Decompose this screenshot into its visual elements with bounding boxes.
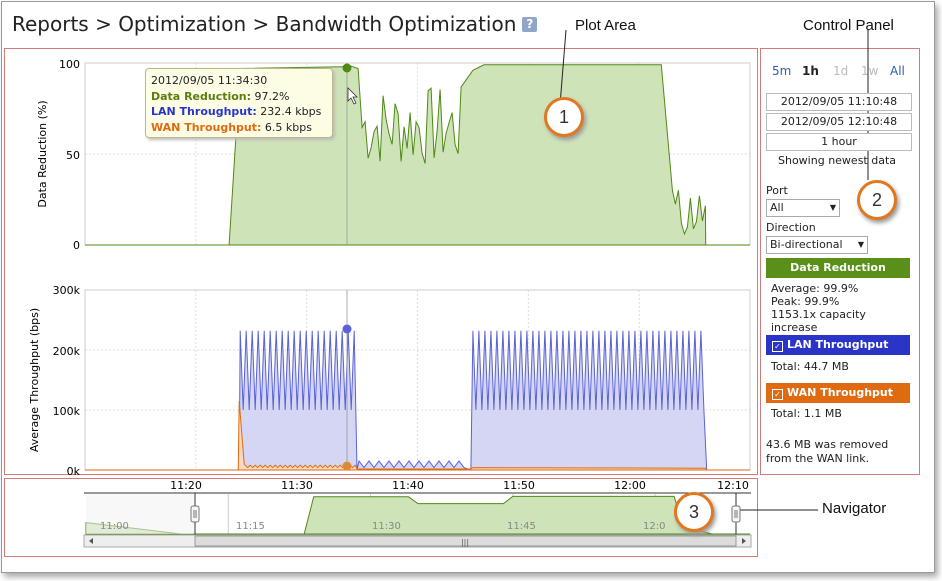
tp-ytick-100k: 100k [53, 405, 81, 418]
callout-badge-2: 2 [857, 180, 897, 220]
callout-badge-3: 3 [674, 492, 714, 532]
port-label: Port [766, 184, 788, 197]
dr-hover-point [342, 63, 352, 73]
range-5m[interactable]: 5m [772, 64, 791, 78]
chevron-down-icon: ▼ [829, 203, 836, 212]
tooltip-wan-value: 6.5 kbps [264, 120, 312, 134]
nav-xtick-1200: 12:00 [614, 479, 646, 492]
tp-ytick-0k: 0k [67, 465, 81, 478]
checkbox-checked-icon[interactable]: ✓ [772, 389, 783, 400]
start-time-field[interactable]: 2012/09/05 11:10:48 [766, 93, 912, 111]
wan-legend-label: WAN Throughput [787, 386, 894, 399]
dr-peak: Peak: 99.9% [771, 295, 840, 308]
callout-badge-1: 1 [544, 97, 584, 137]
nav-inner-1100: 11:00 [100, 521, 129, 532]
range-1d: 1d [833, 64, 849, 78]
nav-inner-1115: 11:15 [236, 521, 265, 532]
tp-ytick-300k: 300k [53, 284, 81, 297]
end-time-field[interactable]: 2012/09/05 12:10:48 [766, 113, 912, 131]
lan-hover-point [342, 324, 352, 334]
range-all[interactable]: All [890, 64, 905, 78]
navigator-right-handle[interactable] [731, 505, 741, 523]
dr-ytick-0: 0 [73, 239, 80, 252]
port-select[interactable]: All ▼ [766, 199, 840, 217]
range-1h[interactable]: 1h [802, 64, 819, 78]
data-reduction-legend: Data Reduction [766, 258, 910, 278]
nav-inner-1200: 12:0 [643, 521, 665, 532]
chevron-down-icon: ▼ [857, 240, 864, 249]
direction-select[interactable]: Bi-directional ▼ [766, 236, 868, 254]
port-select-value: All [770, 201, 784, 214]
dr-capacity-line2: increase [771, 321, 818, 334]
scrollbar-grip-icon: ||| [461, 538, 469, 547]
direction-label: Direction [766, 221, 816, 234]
nav-xtick-1130: 11:30 [281, 479, 313, 492]
hover-tooltip: 2012/09/05 11:34:30 Data Reduction: 97.2… [145, 68, 333, 138]
tp-ylabel: Average Throughput (bps) [28, 308, 41, 452]
wan-throughput-legend[interactable]: ✓ WAN Throughput [766, 383, 910, 403]
dr-ytick-100: 100 [59, 58, 80, 71]
dr-ytick-50: 50 [66, 149, 80, 162]
tooltip-lan-value: 232.4 kbps [260, 105, 322, 118]
nav-xtick-1150: 11:50 [503, 479, 535, 492]
navigator-left-handle[interactable] [190, 505, 200, 523]
lan-total: Total: 44.7 MB [771, 360, 849, 373]
lan-throughput-legend[interactable]: ✓ LAN Throughput [766, 335, 910, 355]
nav-xtick-1120: 11:20 [170, 479, 202, 492]
range-1w: 1w [861, 64, 879, 78]
nav-xtick-1140: 11:40 [392, 479, 424, 492]
nav-xtick-1210: 12:10 [717, 479, 749, 492]
wan-hover-point [342, 461, 352, 471]
nav-inner-1130: 11:30 [372, 521, 401, 532]
status-text: Showing newest data [778, 154, 897, 167]
tooltip-dr-label: Data Reduction: [151, 89, 252, 103]
removed-line1: 43.6 MB was removed [766, 438, 889, 451]
direction-select-value: Bi-directional [770, 238, 843, 251]
checkbox-checked-icon[interactable]: ✓ [772, 341, 783, 352]
tp-ytick-200k: 200k [53, 345, 81, 358]
wan-total: Total: 1.1 MB [771, 407, 842, 420]
dr-ylabel: Data Reduction (%) [36, 100, 49, 207]
dr-capacity-line1: 1153.1x capacity [771, 308, 866, 321]
removed-line2: from the WAN link. [766, 452, 870, 465]
tooltip-lan-label: LAN Throughput: [151, 105, 257, 118]
tooltip-dr-value: 97.2% [254, 89, 290, 103]
dr-average: Average: 99.9% [771, 282, 859, 295]
duration-field[interactable]: 1 hour [766, 133, 912, 151]
lan-legend-label: LAN Throughput [787, 338, 889, 351]
tooltip-wan-label: WAN Throughput: [151, 120, 262, 134]
nav-inner-1145: 11:45 [507, 521, 536, 532]
tooltip-time: 2012/09/05 11:34:30 [151, 74, 268, 87]
